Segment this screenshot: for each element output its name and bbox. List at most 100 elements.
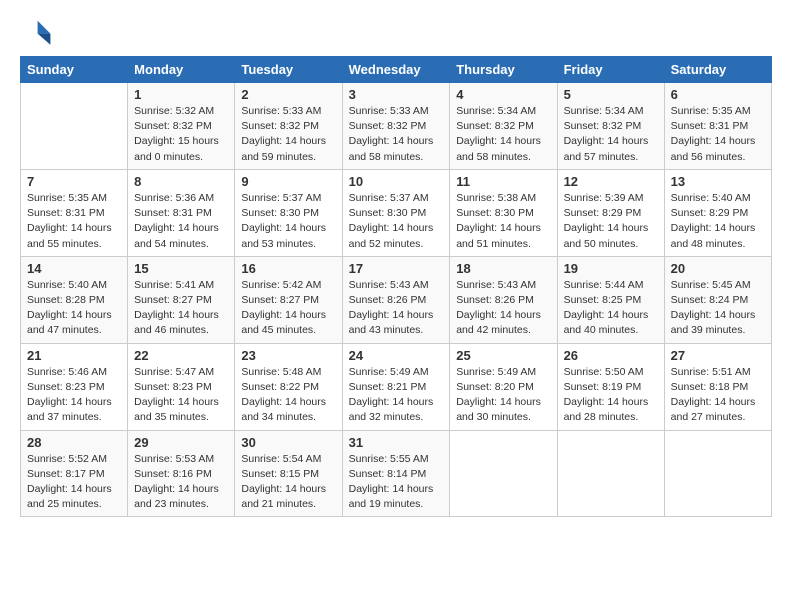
day-info: Sunrise: 5:47 AMSunset: 8:23 PMDaylight:… xyxy=(134,365,228,426)
day-header: Friday xyxy=(557,57,664,83)
day-number: 6 xyxy=(671,87,765,102)
day-number: 27 xyxy=(671,348,765,363)
day-info: Sunrise: 5:44 AMSunset: 8:25 PMDaylight:… xyxy=(564,278,658,339)
day-number: 10 xyxy=(349,174,444,189)
day-number: 26 xyxy=(564,348,658,363)
calendar-cell: 1 Sunrise: 5:32 AMSunset: 8:32 PMDaylight… xyxy=(128,83,235,170)
day-info: Sunrise: 5:54 AMSunset: 8:15 PMDaylight:… xyxy=(241,452,335,513)
day-info: Sunrise: 5:50 AMSunset: 8:19 PMDaylight:… xyxy=(564,365,658,426)
calendar-week: 14 Sunrise: 5:40 AMSunset: 8:28 PMDayligh… xyxy=(21,256,772,343)
calendar-cell: 8 Sunrise: 5:36 AMSunset: 8:31 PMDaylight… xyxy=(128,169,235,256)
calendar-cell: 3Sunrise: 5:33 AMSunset: 8:32 PMDaylight… xyxy=(342,83,450,170)
logo-icon xyxy=(20,16,52,48)
day-number: 16 xyxy=(241,261,335,276)
calendar-cell: 21 Sunrise: 5:46 AMSunset: 8:23 PMDayligh… xyxy=(21,343,128,430)
day-info: Sunrise: 5:38 AMSunset: 8:30 PMDaylight:… xyxy=(456,191,550,252)
day-number: 7 xyxy=(27,174,121,189)
day-info: Sunrise: 5:33 AMSunset: 8:32 PMDaylight:… xyxy=(241,104,335,165)
day-number: 11 xyxy=(456,174,550,189)
day-number: 20 xyxy=(671,261,765,276)
day-info: Sunrise: 5:36 AMSunset: 8:31 PMDaylight:… xyxy=(134,191,228,252)
calendar-cell: 6 Sunrise: 5:35 AMSunset: 8:31 PMDaylight… xyxy=(664,83,771,170)
calendar-table: SundayMondayTuesdayWednesdayThursdayFrid… xyxy=(20,56,772,517)
calendar-cell: 5Sunrise: 5:34 AMSunset: 8:32 PMDaylight… xyxy=(557,83,664,170)
day-number: 21 xyxy=(27,348,121,363)
day-info: Sunrise: 5:34 AMSunset: 8:32 PMDaylight:… xyxy=(456,104,550,165)
day-info: Sunrise: 5:46 AMSunset: 8:23 PMDaylight:… xyxy=(27,365,121,426)
day-number: 15 xyxy=(134,261,228,276)
calendar-cell: 15 Sunrise: 5:41 AMSunset: 8:27 PMDayligh… xyxy=(128,256,235,343)
day-info: Sunrise: 5:51 AMSunset: 8:18 PMDaylight:… xyxy=(671,365,765,426)
day-number: 12 xyxy=(564,174,658,189)
day-info: Sunrise: 5:43 AMSunset: 8:26 PMDaylight:… xyxy=(456,278,550,339)
day-header: Tuesday xyxy=(235,57,342,83)
day-info: Sunrise: 5:40 AMSunset: 8:29 PMDaylight:… xyxy=(671,191,765,252)
calendar-week: 28Sunrise: 5:52 AMSunset: 8:17 PMDayligh… xyxy=(21,430,772,517)
calendar-cell: 26 Sunrise: 5:50 AMSunset: 8:19 PMDayligh… xyxy=(557,343,664,430)
calendar-cell: 17Sunrise: 5:43 AMSunset: 8:26 PMDayligh… xyxy=(342,256,450,343)
day-info: Sunrise: 5:49 AMSunset: 8:20 PMDaylight:… xyxy=(456,365,550,426)
day-number: 19 xyxy=(564,261,658,276)
day-number: 8 xyxy=(134,174,228,189)
day-header: Saturday xyxy=(664,57,771,83)
calendar-cell: 2 Sunrise: 5:33 AMSunset: 8:32 PMDaylight… xyxy=(235,83,342,170)
calendar-cell: 10 Sunrise: 5:37 AMSunset: 8:30 PMDayligh… xyxy=(342,169,450,256)
calendar-cell xyxy=(664,430,771,517)
header-row: SundayMondayTuesdayWednesdayThursdayFrid… xyxy=(21,57,772,83)
day-info: Sunrise: 5:55 AMSunset: 8:14 PMDaylight:… xyxy=(349,452,444,513)
day-info: Sunrise: 5:34 AMSunset: 8:32 PMDaylight:… xyxy=(564,104,658,165)
day-number: 29 xyxy=(134,435,228,450)
calendar-cell: 30 Sunrise: 5:54 AMSunset: 8:15 PMDayligh… xyxy=(235,430,342,517)
day-info: Sunrise: 5:49 AMSunset: 8:21 PMDaylight:… xyxy=(349,365,444,426)
day-number: 18 xyxy=(456,261,550,276)
day-info: Sunrise: 5:42 AMSunset: 8:27 PMDaylight:… xyxy=(241,278,335,339)
day-number: 13 xyxy=(671,174,765,189)
calendar-cell xyxy=(21,83,128,170)
calendar-week: 1 Sunrise: 5:32 AMSunset: 8:32 PMDaylight… xyxy=(21,83,772,170)
calendar-week: 21 Sunrise: 5:46 AMSunset: 8:23 PMDayligh… xyxy=(21,343,772,430)
day-info: Sunrise: 5:35 AMSunset: 8:31 PMDaylight:… xyxy=(671,104,765,165)
day-number: 30 xyxy=(241,435,335,450)
calendar-cell: 28Sunrise: 5:52 AMSunset: 8:17 PMDayligh… xyxy=(21,430,128,517)
calendar-cell: 29 Sunrise: 5:53 AMSunset: 8:16 PMDayligh… xyxy=(128,430,235,517)
day-number: 28 xyxy=(27,435,121,450)
day-info: Sunrise: 5:37 AMSunset: 8:30 PMDaylight:… xyxy=(349,191,444,252)
day-info: Sunrise: 5:53 AMSunset: 8:16 PMDaylight:… xyxy=(134,452,228,513)
day-number: 1 xyxy=(134,87,228,102)
calendar-cell: 22 Sunrise: 5:47 AMSunset: 8:23 PMDayligh… xyxy=(128,343,235,430)
logo xyxy=(20,16,56,48)
calendar-cell: 27 Sunrise: 5:51 AMSunset: 8:18 PMDayligh… xyxy=(664,343,771,430)
calendar-cell: 31Sunrise: 5:55 AMSunset: 8:14 PMDayligh… xyxy=(342,430,450,517)
calendar-cell xyxy=(557,430,664,517)
calendar-cell: 14 Sunrise: 5:40 AMSunset: 8:28 PMDayligh… xyxy=(21,256,128,343)
calendar-week: 7 Sunrise: 5:35 AMSunset: 8:31 PMDaylight… xyxy=(21,169,772,256)
page: SundayMondayTuesdayWednesdayThursdayFrid… xyxy=(0,0,792,612)
day-info: Sunrise: 5:48 AMSunset: 8:22 PMDaylight:… xyxy=(241,365,335,426)
day-info: Sunrise: 5:35 AMSunset: 8:31 PMDaylight:… xyxy=(27,191,121,252)
day-number: 14 xyxy=(27,261,121,276)
day-info: Sunrise: 5:37 AMSunset: 8:30 PMDaylight:… xyxy=(241,191,335,252)
calendar-cell: 7 Sunrise: 5:35 AMSunset: 8:31 PMDaylight… xyxy=(21,169,128,256)
day-info: Sunrise: 5:40 AMSunset: 8:28 PMDaylight:… xyxy=(27,278,121,339)
header xyxy=(20,16,772,48)
day-info: Sunrise: 5:32 AMSunset: 8:32 PMDaylight:… xyxy=(134,104,228,165)
day-number: 22 xyxy=(134,348,228,363)
calendar-cell: 20Sunrise: 5:45 AMSunset: 8:24 PMDayligh… xyxy=(664,256,771,343)
day-number: 2 xyxy=(241,87,335,102)
day-number: 3 xyxy=(349,87,444,102)
calendar-cell: 11 Sunrise: 5:38 AMSunset: 8:30 PMDayligh… xyxy=(450,169,557,256)
day-info: Sunrise: 5:41 AMSunset: 8:27 PMDaylight:… xyxy=(134,278,228,339)
calendar-cell xyxy=(450,430,557,517)
day-header: Sunday xyxy=(21,57,128,83)
calendar-cell: 12 Sunrise: 5:39 AMSunset: 8:29 PMDayligh… xyxy=(557,169,664,256)
day-number: 24 xyxy=(349,348,444,363)
calendar-cell: 13 Sunrise: 5:40 AMSunset: 8:29 PMDayligh… xyxy=(664,169,771,256)
calendar-header: SundayMondayTuesdayWednesdayThursdayFrid… xyxy=(21,57,772,83)
day-info: Sunrise: 5:39 AMSunset: 8:29 PMDaylight:… xyxy=(564,191,658,252)
day-header: Wednesday xyxy=(342,57,450,83)
day-number: 25 xyxy=(456,348,550,363)
calendar-cell: 25 Sunrise: 5:49 AMSunset: 8:20 PMDayligh… xyxy=(450,343,557,430)
day-header: Monday xyxy=(128,57,235,83)
calendar-cell: 19 Sunrise: 5:44 AMSunset: 8:25 PMDayligh… xyxy=(557,256,664,343)
calendar-body: 1 Sunrise: 5:32 AMSunset: 8:32 PMDaylight… xyxy=(21,83,772,517)
